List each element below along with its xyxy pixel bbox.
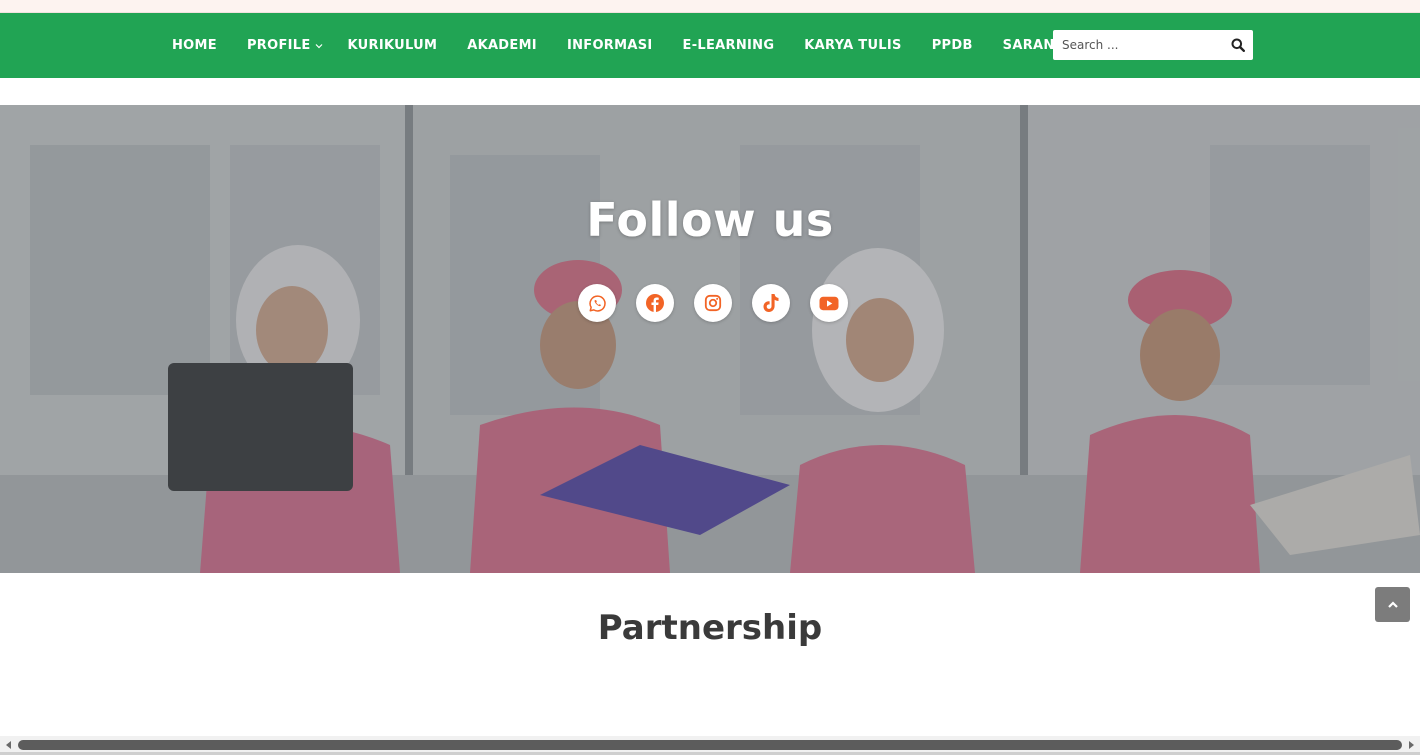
partnership-title: Partnership (597, 608, 823, 648)
youtube-icon (819, 296, 839, 310)
nav-item-label: KARYA TULIS (804, 38, 902, 53)
search-button[interactable] (1224, 30, 1253, 60)
nav-item-akademi[interactable]: AKADEMI (467, 38, 537, 53)
social-links (578, 284, 848, 322)
top-strip (0, 0, 1420, 13)
scroll-right-arrow-icon[interactable] (1405, 739, 1417, 751)
scrollbar-thumb[interactable] (18, 740, 1402, 750)
nav-item-label: KURIKULUM (347, 38, 438, 53)
facebook-link[interactable] (636, 284, 674, 322)
nav-item-e-learning[interactable]: E-LEARNING (683, 38, 775, 53)
tiktok-link[interactable] (752, 284, 790, 322)
whatsapp-link[interactable] (578, 284, 616, 322)
nav-item-label: AKADEMI (467, 38, 537, 53)
nav-item-karya-tulis[interactable]: KARYA TULIS (804, 38, 901, 53)
search-input[interactable] (1053, 31, 1224, 59)
nav-item-label: INFORMASI (566, 38, 653, 53)
nav-item-label: PPDB (931, 38, 973, 53)
facebook-icon (646, 294, 664, 312)
tiktok-icon (763, 294, 779, 312)
instagram-icon (704, 294, 722, 312)
nav-item-ppdb[interactable]: PPDB (932, 38, 973, 53)
scroll-left-arrow-icon[interactable] (3, 739, 15, 751)
search-box (1053, 30, 1253, 60)
nav-menu: HOME PROFILE KURIKULUM AKADEMI INFORMASI… (172, 13, 1065, 78)
nav-item-label: PROFILE (246, 38, 311, 53)
nav-item-kurikulum[interactable]: KURIKULUM (348, 38, 438, 53)
follow-us-title: Follow us (586, 193, 834, 247)
back-to-top-button[interactable] (1375, 587, 1410, 622)
chevron-down-icon (315, 43, 322, 48)
whatsapp-icon (588, 294, 606, 312)
nav-item-informasi[interactable]: INFORMASI (567, 38, 653, 53)
nav-item-label: HOME (172, 38, 217, 53)
chevron-up-icon (1387, 600, 1398, 608)
nav-item-home[interactable]: HOME (172, 38, 217, 53)
follow-us-hero: Follow us (0, 105, 1420, 573)
nav-item-label: E-LEARNING (682, 38, 775, 53)
search-icon (1231, 38, 1246, 52)
hero-background-image (0, 105, 1420, 573)
instagram-link[interactable] (694, 284, 732, 322)
youtube-link[interactable] (810, 284, 848, 322)
main-navbar: HOME PROFILE KURIKULUM AKADEMI INFORMASI… (0, 13, 1420, 78)
nav-item-profile[interactable]: PROFILE (247, 38, 324, 53)
